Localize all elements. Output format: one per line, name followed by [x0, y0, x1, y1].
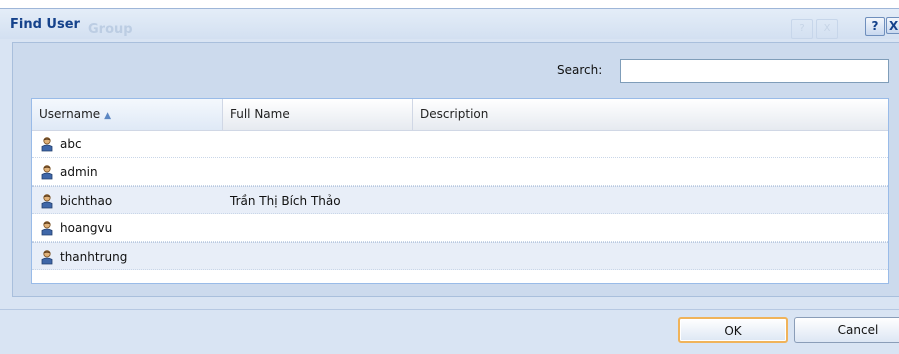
help-button[interactable]: ?: [865, 17, 885, 36]
cell-username: hoangvu: [39, 214, 219, 242]
cell-full-name: Trần Thị Bích Thảo: [230, 194, 341, 208]
ok-button[interactable]: OK: [678, 317, 788, 343]
ghost-window-tools: ? X: [791, 19, 841, 39]
ghost-help-icon: ?: [791, 19, 813, 39]
cell-description: [420, 243, 880, 271]
username-text: abc: [60, 137, 82, 151]
grid-header: Username ▲ Full Name Description: [32, 99, 888, 131]
username-text: bichthao: [60, 194, 113, 208]
column-header-username-label: Username: [39, 107, 101, 121]
ghost-dialog-title: Group: [88, 22, 133, 37]
cell-username: thanhtrung: [39, 243, 219, 271]
user-icon: [41, 136, 53, 151]
cell-description: [420, 130, 880, 158]
cell-full-name: [230, 158, 410, 186]
column-header-description[interactable]: Description: [413, 99, 888, 130]
cell-full-name: [230, 243, 410, 271]
username-text: hoangvu: [60, 221, 113, 235]
dialog-title: Find User: [10, 17, 80, 32]
table-row[interactable]: hoangvu: [32, 214, 888, 242]
cell-full-name: [230, 214, 410, 242]
footer-divider: [0, 309, 899, 310]
table-row[interactable]: abc: [32, 130, 888, 158]
sort-ascending-icon: ▲: [104, 111, 112, 121]
table-row[interactable]: admin: [32, 158, 888, 186]
user-icon: [41, 164, 53, 179]
cell-description: [420, 158, 880, 186]
user-icon: [41, 193, 53, 208]
top-strip: [0, 0, 899, 8]
cell-username: abc: [39, 130, 219, 158]
column-header-username[interactable]: Username ▲: [32, 99, 223, 130]
column-header-full-name[interactable]: Full Name: [223, 99, 413, 130]
username-text: admin: [60, 165, 98, 179]
ghost-close-icon: X: [816, 19, 838, 39]
cell-username: bichthao: [39, 187, 219, 215]
search-input[interactable]: [620, 59, 889, 83]
search-label: Search:: [557, 63, 603, 77]
cancel-button[interactable]: Cancel: [794, 317, 899, 343]
close-button[interactable]: X: [886, 17, 899, 34]
user-icon: [41, 220, 53, 235]
users-grid: Username ▲ Full Name Description abc admi…: [31, 98, 889, 284]
table-row[interactable]: thanhtrung: [32, 242, 888, 271]
cell-description: [420, 214, 880, 242]
username-text: thanhtrung: [60, 250, 128, 264]
cell-description: [420, 187, 880, 215]
user-icon: [41, 249, 53, 264]
cell-full-name: [230, 130, 410, 158]
table-row[interactable]: bichthao Trần Thị Bích Thảo: [32, 186, 888, 215]
cell-username: admin: [39, 158, 219, 186]
dialog-titlebar[interactable]: Group Find User ? X ? X: [0, 9, 899, 39]
